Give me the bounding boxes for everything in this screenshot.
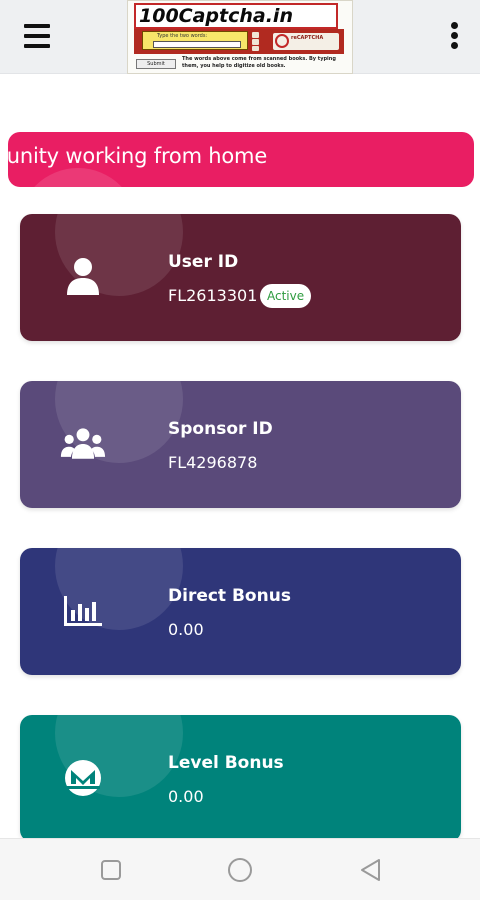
marquee-decoration <box>18 168 138 187</box>
circle-home-icon[interactable] <box>227 857 253 883</box>
refresh-icon[interactable] <box>252 32 259 38</box>
user-id-card[interactable]: User ID FL2613301 Active <box>20 214 461 341</box>
card-title: User ID <box>168 252 239 272</box>
captcha-ad-banner[interactable]: 100Captcha.in Type the two words: reCAPT… <box>127 0 353 74</box>
banner-title: 100Captcha.in <box>134 3 338 29</box>
recaptcha-ring-icon <box>275 34 289 48</box>
recaptcha-logo: reCAPTCHA <box>273 33 339 50</box>
captcha-submit-button[interactable]: Submit <box>136 59 176 69</box>
square-recents-icon[interactable] <box>98 857 124 883</box>
captcha-input-box: Type the two words: <box>142 31 248 50</box>
system-nav-bar <box>0 838 480 900</box>
sponsor-id-value: FL4296878 <box>168 453 258 472</box>
bar-chart-icon <box>60 590 106 632</box>
audio-icon[interactable] <box>252 39 259 45</box>
card-title: Sponsor ID <box>168 419 273 439</box>
marquee-text-wrap: An easy income opportunity working from … <box>8 144 267 168</box>
recaptcha-logo-text: reCAPTCHA <box>291 35 324 41</box>
direct-bonus-card[interactable]: Direct Bonus 0.00 <box>20 548 461 675</box>
level-bonus-card[interactable]: Level Bonus 0.00 <box>20 715 461 842</box>
direct-bonus-value: 0.00 <box>168 620 204 639</box>
user-icon <box>60 256 106 298</box>
monero-coin-icon <box>60 757 106 799</box>
help-icon[interactable] <box>252 46 259 51</box>
announcement-marquee: An easy income opportunity working from … <box>8 132 474 187</box>
captcha-note: The words above come from scanned books.… <box>182 56 336 69</box>
level-bonus-value: 0.00 <box>168 787 204 806</box>
marquee-text: An easy income opportunity working from … <box>8 144 268 168</box>
captcha-input[interactable] <box>153 41 241 48</box>
users-group-icon <box>60 423 106 465</box>
more-vertical-icon[interactable] <box>448 20 462 52</box>
captcha-prompt: Type the two words: <box>157 33 208 39</box>
captcha-widget: Type the two words: reCAPTCHA <box>134 29 344 54</box>
triangle-back-icon[interactable] <box>358 857 384 883</box>
card-title: Level Bonus <box>168 753 284 773</box>
top-app-bar: 100Captcha.in Type the two words: reCAPT… <box>0 0 480 74</box>
hamburger-menu-icon[interactable] <box>24 24 50 48</box>
user-id-value: FL2613301 <box>168 286 258 305</box>
sponsor-id-card[interactable]: Sponsor ID FL4296878 <box>20 381 461 508</box>
card-title: Direct Bonus <box>168 586 291 606</box>
status-badge: Active <box>260 284 312 308</box>
